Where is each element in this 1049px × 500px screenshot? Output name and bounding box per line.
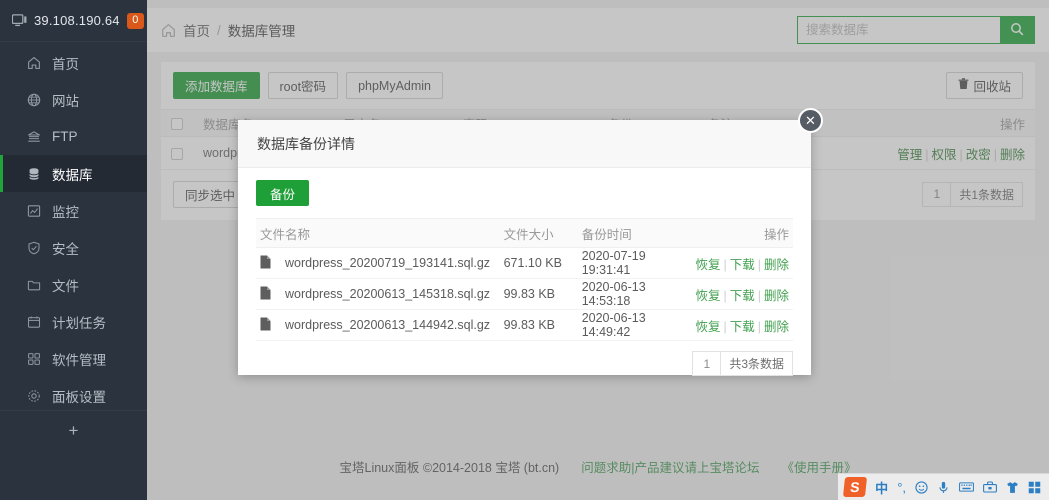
modal-pagination: 1 共3条数据 (692, 351, 793, 376)
sidebar-item-label: 监控 (52, 204, 79, 220)
column-filename: 文件名称 (256, 218, 500, 248)
backup-detail-modal: ✕ 数据库备份详情 备份 文件名称 文件大小 备份时间 操作 wordpress… (238, 108, 823, 376)
sidebar-item-label: 安全 (52, 241, 79, 257)
modal-footer: 1 共3条数据 (238, 341, 811, 376)
close-icon[interactable]: ✕ (798, 108, 823, 133)
sidebar-header: 39.108.190.64 0 (0, 0, 147, 42)
sidebar-add-button[interactable]: + (0, 410, 147, 450)
delete-link[interactable]: 删除 (764, 320, 789, 334)
database-icon (26, 166, 41, 181)
modal-title: 数据库备份详情 (238, 120, 811, 168)
sidebar-item-label: FTP (52, 129, 78, 144)
monitor-icon (12, 13, 27, 28)
restore-link[interactable]: 恢复 (695, 258, 720, 272)
sidebar-menu: 首页 网站 FTP 数据库 监控 安全 文件 计划任务 软件管理 面板设置 (0, 42, 147, 451)
folder-icon (26, 277, 41, 292)
sidebar-item-software[interactable]: 软件管理 (0, 340, 147, 377)
sidebar-item-files[interactable]: 文件 (0, 266, 147, 303)
smiley-icon[interactable] (915, 480, 928, 494)
gear-icon (26, 388, 41, 403)
ime-toolbar: S 中 °, (838, 473, 1049, 500)
cell-operations: 恢复 | 下载 | 删除 (691, 278, 793, 310)
globe-icon (26, 92, 41, 107)
sidebar-host-ip: 39.108.190.64 (34, 13, 120, 28)
delete-link[interactable]: 删除 (764, 258, 789, 272)
shield-icon (26, 240, 41, 255)
sidebar-item-ftp[interactable]: FTP (0, 118, 147, 155)
cell-backuptime: 2020-07-19 19:31:41 (577, 247, 692, 279)
file-icon (260, 317, 271, 334)
sidebar-item-label: 计划任务 (52, 315, 106, 331)
sidebar-item-label: 软件管理 (52, 352, 106, 368)
filename-text: wordpress_20200613_145318.sql.gz (285, 286, 491, 301)
cell-operations: 恢复 | 下载 | 删除 (691, 309, 793, 341)
ime-mode-button[interactable]: 中 (875, 478, 888, 497)
table-row[interactable]: wordpress_20200719_193141.sql.gz 671.10 … (256, 247, 793, 279)
cell-filename: wordpress_20200613_145318.sql.gz (256, 278, 500, 310)
table-row[interactable]: wordpress_20200613_145318.sql.gz 99.83 K… (256, 278, 793, 310)
apps-grid-icon[interactable] (1028, 481, 1041, 494)
sidebar-item-security[interactable]: 安全 (0, 229, 147, 266)
file-icon (260, 255, 271, 272)
ime-punctuation-button[interactable]: °, (897, 480, 906, 495)
backup-header-row: 文件名称 文件大小 备份时间 操作 (256, 218, 793, 248)
column-backuptime: 备份时间 (577, 218, 692, 248)
sidebar-item-website[interactable]: 网站 (0, 81, 147, 118)
download-link[interactable]: 下载 (730, 258, 755, 272)
cell-filesize: 99.83 KB (499, 278, 578, 310)
sidebar-item-label: 文件 (52, 278, 79, 294)
cell-backuptime: 2020-06-13 14:49:42 (577, 309, 692, 341)
cell-filename: wordpress_20200719_193141.sql.gz (256, 247, 500, 279)
chart-icon (26, 203, 41, 218)
cell-filename: wordpress_20200613_144942.sql.gz (256, 309, 500, 341)
keyboard-icon[interactable] (959, 481, 974, 493)
download-link[interactable]: 下载 (730, 320, 755, 334)
restore-link[interactable]: 恢复 (695, 320, 720, 334)
backup-now-button[interactable]: 备份 (256, 180, 310, 206)
delete-link[interactable]: 删除 (764, 289, 789, 303)
total-count-label: 共3条数据 (729, 357, 784, 371)
cell-backuptime: 2020-06-13 14:53:18 (577, 278, 692, 310)
page-number[interactable]: 1 (693, 352, 722, 375)
sidebar-item-label: 网站 (52, 93, 79, 109)
sidebar: 39.108.190.64 0 首页 网站 FTP 数据库 监控 安全 文件 计… (0, 0, 147, 500)
sidebar-item-cron[interactable]: 计划任务 (0, 303, 147, 340)
sidebar-item-label: 首页 (52, 56, 79, 72)
cell-operations: 恢复 | 下载 | 删除 (691, 247, 793, 279)
sogou-logo-icon[interactable]: S (843, 477, 868, 497)
sidebar-item-home[interactable]: 首页 (0, 44, 147, 81)
backup-files-table: 文件名称 文件大小 备份时间 操作 wordpress_20200719_193… (256, 218, 793, 341)
column-operations: 操作 (691, 218, 793, 248)
sidebar-notification-badge[interactable]: 0 (126, 12, 144, 29)
sidebar-item-panel-settings[interactable]: 面板设置 (0, 377, 147, 414)
grid-icon (26, 351, 41, 366)
column-filesize: 文件大小 (499, 218, 578, 248)
app-root: 39.108.190.64 0 首页 网站 FTP 数据库 监控 安全 文件 计… (0, 0, 1049, 500)
home-icon (26, 55, 41, 70)
cell-filesize: 671.10 KB (499, 247, 578, 279)
modal-body: 备份 文件名称 文件大小 备份时间 操作 wordpress_20200719_… (238, 168, 811, 341)
sidebar-item-monitor[interactable]: 监控 (0, 192, 147, 229)
sidebar-item-database[interactable]: 数据库 (0, 155, 147, 192)
toolbox-icon[interactable] (983, 481, 997, 493)
table-row[interactable]: wordpress_20200613_144942.sql.gz 99.83 K… (256, 309, 793, 341)
server-icon (26, 129, 41, 144)
filename-text: wordpress_20200613_144942.sql.gz (285, 317, 491, 332)
skin-icon[interactable] (1006, 481, 1019, 494)
download-link[interactable]: 下载 (730, 289, 755, 303)
restore-link[interactable]: 恢复 (695, 289, 720, 303)
file-icon (260, 286, 271, 303)
microphone-icon[interactable] (937, 481, 950, 494)
sidebar-item-label: 面板设置 (52, 389, 106, 405)
sidebar-filler (0, 450, 147, 500)
sidebar-item-label: 数据库 (52, 167, 93, 183)
filename-text: wordpress_20200719_193141.sql.gz (285, 255, 491, 270)
cell-filesize: 99.83 KB (499, 309, 578, 341)
calendar-icon (26, 314, 41, 329)
